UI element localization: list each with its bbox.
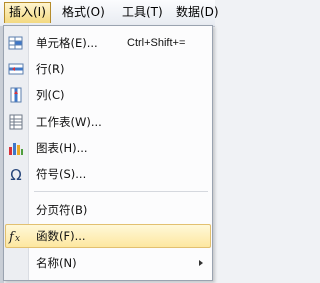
menu-item-label: 行(R) [36, 62, 65, 76]
menu-item-function[interactable]: f x 函数(F)... [5, 224, 211, 248]
menu-item-label: 工作表(W)... [36, 115, 102, 129]
svg-text:Ω: Ω [10, 166, 21, 182]
menu-item-label: 列(C) [36, 88, 65, 102]
menu-data[interactable]: 数据(D) [172, 2, 223, 23]
menu-item-label: 图表(H)... [36, 141, 88, 155]
insert-menu-dropdown: 单元格(E)... Ctrl+Shift+= 行(R) 列(C) 工作表(W).… [3, 25, 213, 281]
menu-item-label: 函数(F)... [36, 229, 86, 243]
menu-item-page-break[interactable]: 分页符(B) [5, 198, 211, 222]
menu-item-cells[interactable]: 单元格(E)... Ctrl+Shift+= [5, 31, 211, 55]
menu-item-shortcut: Ctrl+Shift+= [127, 37, 186, 49]
menu-tools[interactable]: 工具(T) [118, 2, 167, 23]
menu-insert[interactable]: 插入(I) [4, 2, 51, 23]
menu-item-label: 分页符(B) [36, 203, 88, 217]
chart-icon [9, 143, 23, 155]
column-icon [10, 87, 22, 103]
menu-format[interactable]: 格式(O) [58, 2, 109, 23]
menu-item-chart[interactable]: 图表(H)... [5, 136, 211, 160]
menu-item-columns[interactable]: 列(C) [5, 83, 211, 107]
menu-item-label: 符号(S)... [36, 167, 87, 181]
chevron-right-icon [199, 260, 203, 266]
function-icon: f x [8, 230, 20, 244]
menu-item-symbol[interactable]: Ω 符号(S)... [5, 162, 211, 186]
menu-item-worksheet[interactable]: 工作表(W)... [5, 110, 211, 134]
menu-item-name[interactable]: 名称(N) [5, 251, 211, 275]
cell-icon [8, 36, 23, 50]
row-icon [8, 63, 24, 75]
worksheet-icon [9, 114, 23, 130]
menu-item-rows[interactable]: 行(R) [5, 57, 211, 81]
menu-item-label: 名称(N) [36, 256, 77, 270]
menu-separator [34, 191, 208, 192]
omega-icon: Ω [10, 166, 21, 182]
menu-item-label: 单元格(E)... [36, 36, 98, 50]
menu-bar: 插入(I) 格式(O) 工具(T) 数据(D) [0, 0, 219, 27]
svg-text:x: x [15, 234, 20, 244]
